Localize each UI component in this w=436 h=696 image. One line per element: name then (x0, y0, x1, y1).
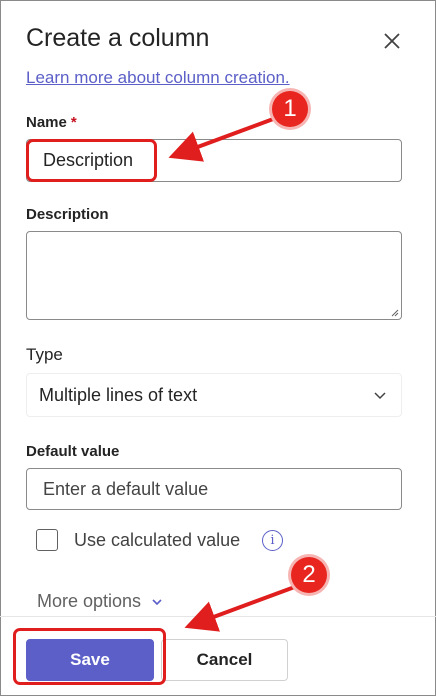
use-calculated-checkbox[interactable] (36, 529, 58, 551)
default-value-label: Default value (26, 443, 120, 460)
annotation-badge-1: 1 (272, 91, 308, 127)
default-value-placeholder: Enter a default value (43, 478, 209, 499)
type-dropdown[interactable]: Multiple lines of text (26, 373, 402, 417)
close-icon[interactable] (381, 30, 403, 52)
description-textarea[interactable] (26, 231, 402, 320)
resize-grip-icon[interactable] (391, 309, 399, 317)
type-dropdown-value: Multiple lines of text (39, 384, 198, 405)
annotation-badge-2: 2 (291, 557, 327, 593)
info-icon[interactable]: i (262, 530, 283, 551)
type-label: Type (26, 345, 63, 364)
learn-more-link[interactable]: Learn more about column creation. (26, 68, 290, 88)
cancel-button[interactable]: Cancel (161, 639, 288, 681)
more-options-label: More options (37, 591, 142, 611)
panel-title: Create a column (26, 24, 210, 52)
more-options-toggle[interactable]: More options (37, 591, 163, 612)
save-button[interactable]: Save (26, 639, 154, 681)
footer-divider (0, 616, 436, 617)
name-label-text: Name (26, 114, 67, 131)
name-input-value: Description (43, 150, 134, 170)
required-mark: * (70, 114, 77, 131)
name-input[interactable]: Description (26, 139, 402, 182)
description-label: Description (26, 206, 109, 223)
default-value-input[interactable]: Enter a default value (26, 468, 402, 510)
chevron-down-icon (374, 392, 386, 400)
use-calculated-label[interactable]: Use calculated value (74, 530, 240, 551)
name-label: Name * (26, 114, 77, 131)
chevron-down-icon (152, 598, 162, 605)
